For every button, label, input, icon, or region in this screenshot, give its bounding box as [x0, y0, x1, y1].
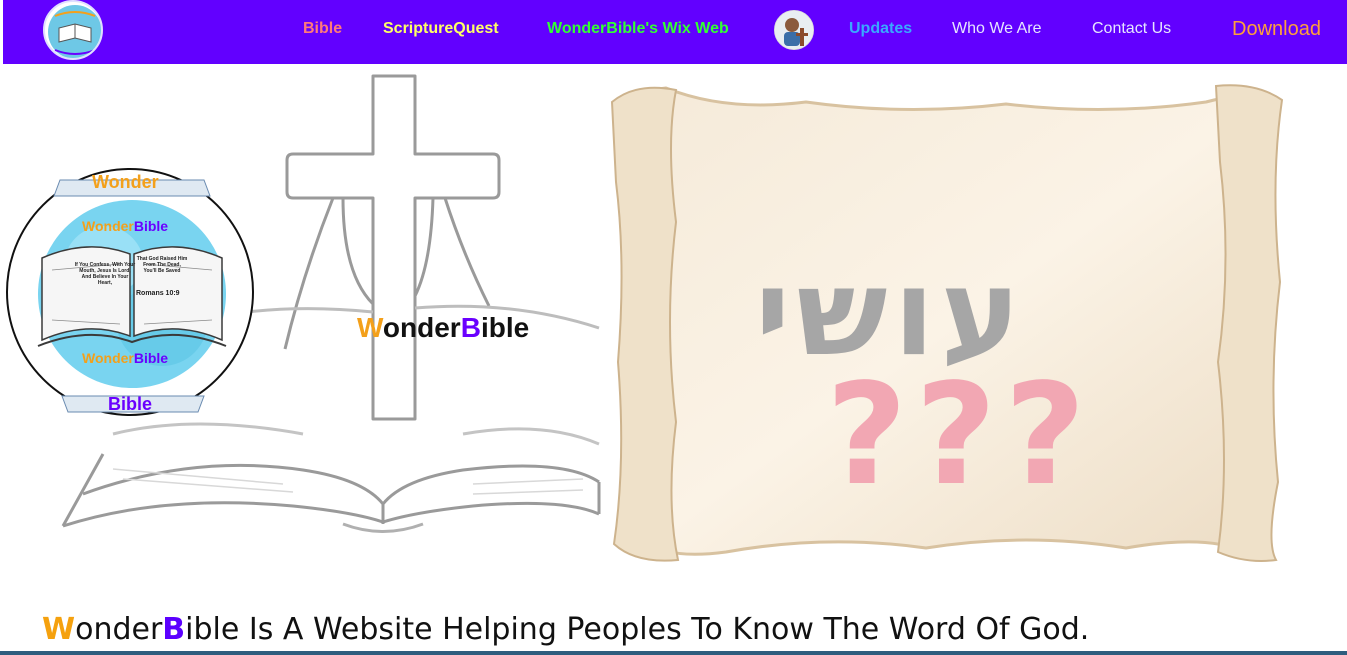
site-tagline: WonderBible Is A Website Helping Peoples… — [42, 612, 1089, 647]
nav-link-wix-web-label: WonderBible's Wix Web — [547, 20, 729, 37]
tagline-rest: ible Is A Website Helping Peoples To Kno… — [185, 612, 1090, 647]
wonderbible-badge: Wonder WonderBible If You Confess, With … — [6, 168, 254, 416]
nav-link-wix-web[interactable]: WonderBible's Wix Web — [547, 20, 729, 38]
top-navbar: Bible ScriptureQuest WonderBible's Wix W… — [3, 0, 1347, 64]
avatar-icon — [775, 11, 813, 49]
hero-section: WonderBible Wonder WonderBible If You Co… — [3, 64, 1347, 584]
badge-top-label: Wonder — [92, 172, 159, 192]
brand-part-ible: ible — [480, 312, 530, 343]
nav-link-bible-label: Bible — [303, 20, 343, 37]
brand-part-onder: onder — [382, 312, 461, 343]
badge-verse-right: That God Raised Him From The Dead, You'l… — [136, 256, 188, 274]
nav-link-updates[interactable]: Updates — [849, 20, 912, 38]
nav-link-download[interactable]: Download — [1232, 18, 1321, 41]
nav-link-contact-us[interactable]: Contact Us — [1092, 20, 1171, 38]
brand-letter-b: B — [460, 312, 481, 343]
tagline-part-onder: onder — [75, 612, 163, 647]
question-marks: ??? — [826, 354, 1094, 517]
nav-link-scripturequest[interactable]: ScriptureQuest — [383, 20, 499, 38]
badge-verse-left: If You Confess, With Your Mouth, Jesus I… — [74, 262, 136, 286]
bottom-divider — [0, 651, 1347, 655]
hero-brand-wordmark: WonderBible — [357, 312, 529, 344]
site-logo[interactable] — [43, 0, 103, 60]
badge-bottom-label: Bible — [108, 394, 153, 414]
nav-link-who-we-are-label: Who We Are — [952, 20, 1042, 37]
badge-title-bottom-wonder: Wonder — [82, 350, 134, 366]
nav-link-who-we-are[interactable]: Who We Are — [952, 20, 1042, 38]
avatar[interactable] — [774, 10, 814, 50]
nav-link-contact-us-label: Contact Us — [1092, 20, 1172, 37]
nav-link-updates-label: Updates — [849, 20, 913, 37]
badge-title-top-bible: Bible — [133, 218, 169, 234]
nav-link-scripturequest-label: ScriptureQuest — [383, 20, 499, 37]
tagline-letter-w: W — [42, 612, 76, 647]
tagline-letter-b: B — [162, 612, 186, 647]
badge-title-bottom: WonderBible — [82, 350, 168, 366]
badge-art-icon — [37, 179, 227, 413]
brand-letter-w: W — [357, 312, 383, 343]
nav-link-bible[interactable]: Bible — [303, 20, 342, 38]
nav-link-download-label: Download — [1232, 18, 1321, 40]
badge-title-top: WonderBible — [82, 218, 168, 234]
badge-verse-ref: Romans 10:9 — [136, 290, 180, 297]
logo-emblem-icon — [48, 5, 101, 58]
badge-title-bottom-bible: Bible — [133, 350, 169, 366]
badge-title-top-wonder: Wonder — [82, 218, 134, 234]
